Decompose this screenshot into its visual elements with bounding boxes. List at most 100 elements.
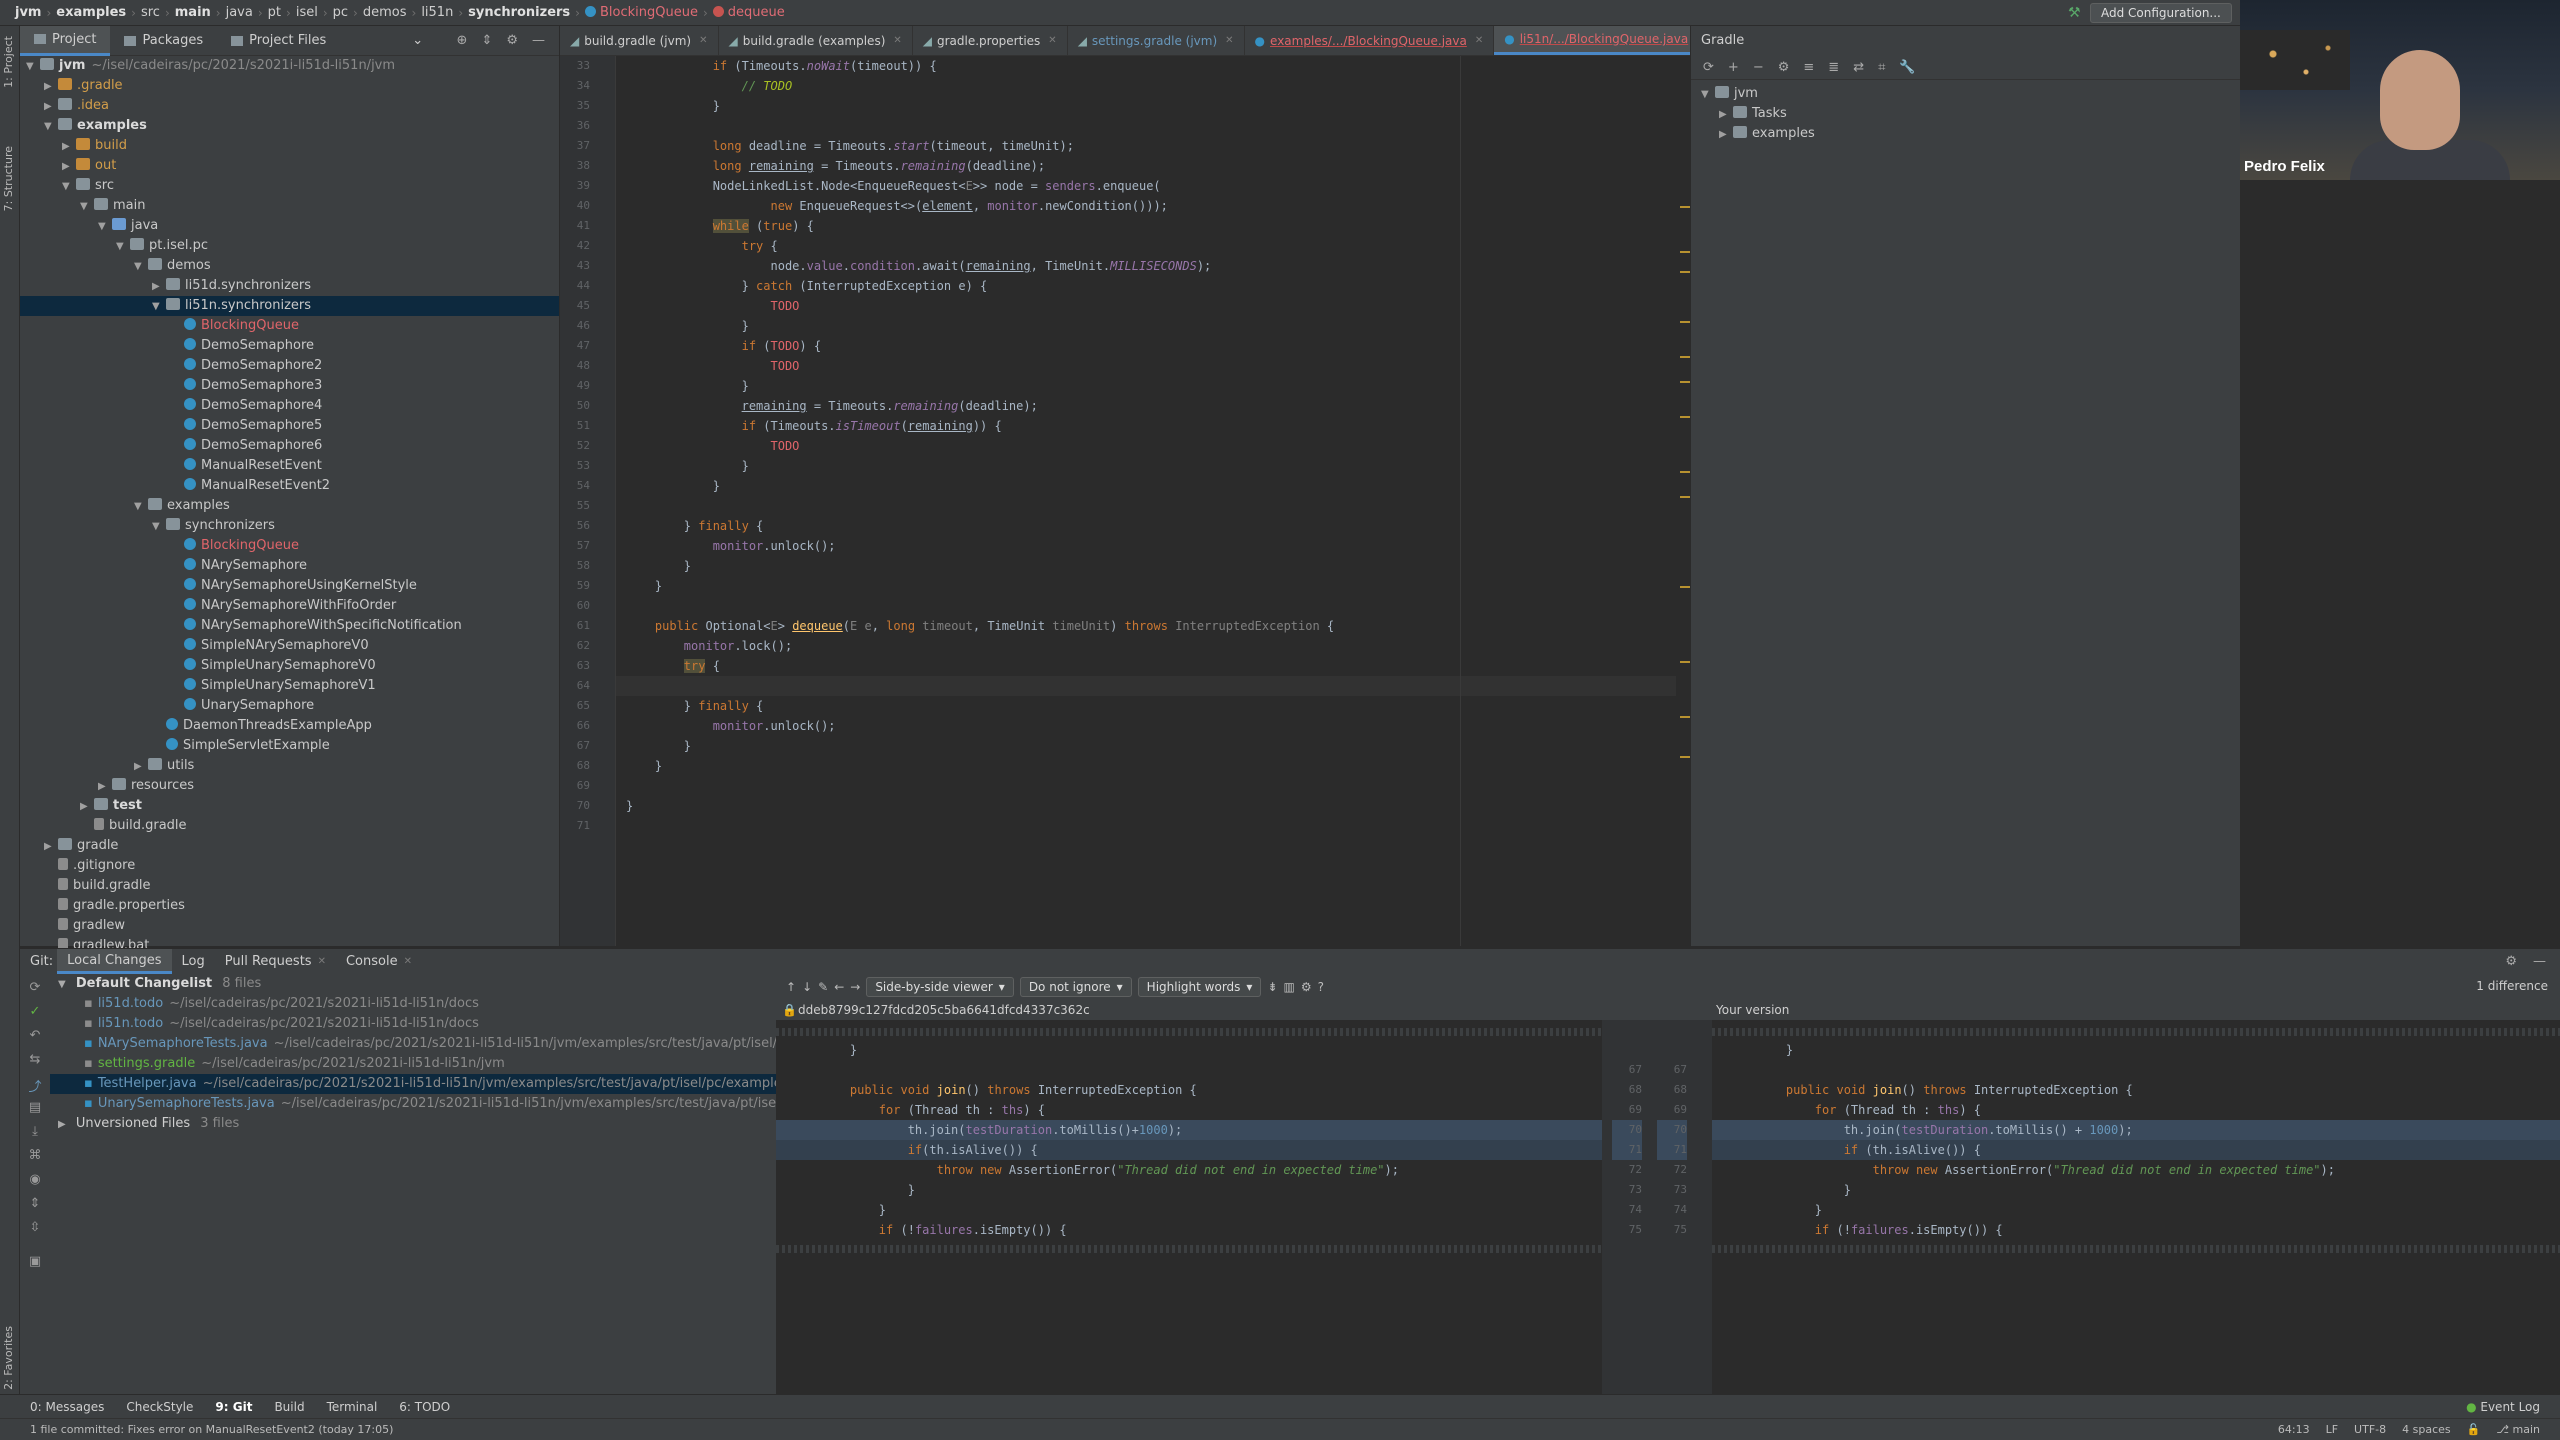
- group-by-icon[interactable]: ⌘: [27, 1148, 43, 1163]
- code-line[interactable]: monitor.unlock();: [616, 536, 1676, 556]
- wrench-icon[interactable]: 🔧: [1899, 60, 1915, 75]
- code-line[interactable]: long deadline = Timeouts.start(timeout, …: [616, 136, 1676, 156]
- code-line[interactable]: [616, 596, 1676, 616]
- tab-project-files[interactable]: Project Files ⌄: [217, 26, 437, 56]
- code-line[interactable]: }: [616, 96, 1676, 116]
- breadcrumb-item[interactable]: isel: [291, 5, 323, 20]
- code-line[interactable]: node.value.condition.await(remaining, Ti…: [616, 256, 1676, 276]
- tree-node[interactable]: UnarySemaphore: [20, 696, 559, 716]
- tree-node[interactable]: ▶ .gradle: [20, 76, 559, 96]
- tree-node[interactable]: DaemonThreadsExampleApp: [20, 716, 559, 736]
- add-icon[interactable]: +: [1728, 60, 1739, 75]
- favorites-tool-tab[interactable]: 2: Favorites: [2, 1326, 15, 1390]
- refresh-icon[interactable]: ⟳: [27, 980, 43, 995]
- error-stripe-marker[interactable]: [1680, 756, 1690, 758]
- changelist-icon[interactable]: ▤: [27, 1100, 43, 1115]
- tree-node[interactable]: ▶ resources: [20, 776, 559, 796]
- lock-icon[interactable]: 🔓: [2467, 1423, 2481, 1436]
- tool-window-button[interactable]: 6: TODO: [399, 1400, 450, 1414]
- gear-icon[interactable]: ⚙: [506, 33, 518, 48]
- code-line[interactable]: TODO: [616, 356, 1676, 376]
- breadcrumb-item[interactable]: synchronizers: [463, 5, 575, 20]
- diff-right-pane[interactable]: } public void join() throws InterruptedE…: [1712, 1020, 2560, 1394]
- close-icon[interactable]: ✕: [1048, 35, 1056, 46]
- breadcrumb-item[interactable]: src: [136, 5, 165, 20]
- tree-node[interactable]: DemoSemaphore4: [20, 396, 559, 416]
- tool-window-button[interactable]: Build: [274, 1400, 304, 1414]
- tree-node[interactable]: ▶ out: [20, 156, 559, 176]
- code-line[interactable]: monitor.unlock();: [616, 716, 1676, 736]
- code-line[interactable]: if (TODO) {: [616, 336, 1676, 356]
- close-icon[interactable]: ✕: [404, 956, 412, 967]
- ignore-select[interactable]: Do not ignore ▾: [1019, 977, 1132, 997]
- prev-diff-icon[interactable]: ↑: [786, 980, 796, 994]
- diff-line[interactable]: throw new AssertionError("Thread did not…: [776, 1160, 1602, 1180]
- diff-line[interactable]: }: [1712, 1180, 2560, 1200]
- gradle-node[interactable]: ▶ examples: [1691, 124, 2240, 144]
- breadcrumb-item[interactable]: BlockingQueue: [580, 5, 703, 20]
- chevron-right-icon[interactable]: ▶: [134, 757, 148, 777]
- tree-node[interactable]: NArySemaphoreWithFifoOrder: [20, 596, 559, 616]
- code-line[interactable]: TODO: [616, 436, 1676, 456]
- chevron-down-icon[interactable]: ▼: [134, 257, 148, 277]
- diff-line[interactable]: if (!failures.isEmpty()) {: [1712, 1220, 2560, 1240]
- file-encoding[interactable]: UTF-8: [2354, 1423, 2386, 1436]
- tree-node[interactable]: ▼ examples: [20, 496, 559, 516]
- diff-line[interactable]: if(th.isAlive()) {: [776, 1140, 1602, 1160]
- diff-line[interactable]: }: [1712, 1200, 2560, 1220]
- tree-node[interactable]: gradlew: [20, 916, 559, 936]
- download-icon[interactable]: ⤓: [27, 1124, 43, 1139]
- code-line[interactable]: TODO: [616, 296, 1676, 316]
- editor-tab[interactable]: ◢ gradle.properties ✕: [913, 26, 1068, 55]
- breadcrumb-item[interactable]: li51n: [416, 5, 458, 20]
- close-icon[interactable]: ✕: [699, 35, 707, 46]
- changed-file-row[interactable]: ▪ li51n.todo ~/isel/cadeiras/pc/2021/s2021…: [50, 1014, 776, 1034]
- close-icon[interactable]: ✕: [1475, 35, 1483, 46]
- shelve-icon[interactable]: ⤴: [27, 1076, 43, 1095]
- breadcrumb-item[interactable]: examples: [51, 5, 131, 20]
- code-line[interactable]: }: [616, 756, 1676, 776]
- tree-node[interactable]: ▼ java: [20, 216, 559, 236]
- code-line[interactable]: [616, 676, 1676, 696]
- tree-node[interactable]: BlockingQueue: [20, 536, 559, 556]
- code-area[interactable]: if (Timeouts.noWait(timeout)) { // TODO …: [616, 56, 1676, 946]
- breadcrumb-item[interactable]: demos: [358, 5, 412, 20]
- diff-line[interactable]: th.join(testDuration.toMillis()+1000);: [776, 1120, 1602, 1140]
- chevron-down-icon[interactable]: ▼: [44, 117, 58, 137]
- code-line[interactable]: long remaining = Timeouts.remaining(dead…: [616, 156, 1676, 176]
- code-line[interactable]: }: [616, 736, 1676, 756]
- editor-tab[interactable]: ●li51n/.../BlockingQueue.java✕: [1494, 26, 1690, 55]
- chevron-down-icon[interactable]: ▼: [152, 517, 166, 537]
- code-line[interactable]: }: [616, 456, 1676, 476]
- tool-window-button[interactable]: 0: Messages: [30, 1400, 104, 1414]
- chevron-right-icon[interactable]: ▶: [152, 277, 166, 297]
- editor-tab[interactable]: ● examples/.../BlockingQueue.java ✕: [1245, 26, 1495, 55]
- error-stripe-marker[interactable]: [1680, 661, 1690, 663]
- error-stripe-marker[interactable]: [1680, 271, 1690, 273]
- tree-node[interactable]: ▶ utils: [20, 756, 559, 776]
- code-line[interactable]: [616, 816, 1676, 836]
- code-line[interactable]: new EnqueueRequest<>(element, monitor.ne…: [616, 196, 1676, 216]
- git-tab[interactable]: Log: [172, 949, 215, 974]
- chevron-right-icon[interactable]: ▶: [62, 157, 76, 177]
- editor-tab[interactable]: ◢ build.gradle (jvm) ✕: [560, 26, 719, 55]
- tree-node[interactable]: ▶ gradle: [20, 836, 559, 856]
- diff-icon[interactable]: ⇆: [27, 1052, 43, 1067]
- code-line[interactable]: }: [616, 796, 1676, 816]
- tree-node[interactable]: BlockingQueue: [20, 316, 559, 336]
- viewer-select[interactable]: Side-by-side viewer ▾: [866, 977, 1014, 997]
- code-line[interactable]: NodeLinkedList.Node<EnqueueRequest<E>> n…: [616, 176, 1676, 196]
- tree-node[interactable]: ▼ examples: [20, 116, 559, 136]
- breadcrumb-item[interactable]: dequeue: [708, 5, 790, 20]
- chevron-right-icon[interactable]: ▶: [58, 1119, 66, 1130]
- diff-line[interactable]: if (!failures.isEmpty()) {: [776, 1220, 1602, 1240]
- structure-tool-tab[interactable]: 7: Structure: [2, 146, 15, 211]
- diff-line[interactable]: [776, 1060, 1602, 1080]
- breadcrumb-item[interactable]: pt: [263, 5, 286, 20]
- code-line[interactable]: } finally {: [616, 516, 1676, 536]
- code-line[interactable]: // TODO: [616, 76, 1676, 96]
- git-tab[interactable]: Pull Requests ✕: [215, 949, 336, 974]
- tree-node[interactable]: ▶ .idea: [20, 96, 559, 116]
- tree-node[interactable]: NArySemaphore: [20, 556, 559, 576]
- tree-node[interactable]: ▼ src: [20, 176, 559, 196]
